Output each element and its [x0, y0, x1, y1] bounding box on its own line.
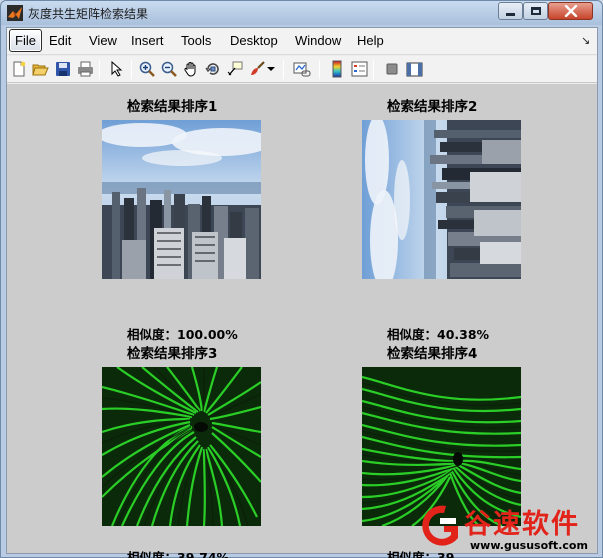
watermark-url: www.gususoft.com — [470, 539, 588, 552]
maximize-button[interactable] — [523, 2, 548, 20]
result-1-title: 检索结果排序1 — [127, 99, 218, 115]
figure-toolbar — [7, 56, 597, 83]
rotate-3d-icon[interactable] — [203, 59, 223, 79]
menu-desktop[interactable]: Desktop — [230, 33, 278, 48]
toolbar-separator — [283, 60, 284, 79]
result-2-title: 检索结果排序2 — [387, 99, 478, 115]
menu-insert[interactable]: Insert — [131, 33, 164, 48]
close-icon — [564, 5, 577, 17]
figure-client-area: File Edit View Insert Tools Desktop Wind… — [6, 27, 598, 558]
matlab-logo-icon — [7, 5, 23, 21]
zoom-out-icon[interactable] — [159, 59, 179, 79]
open-file-icon[interactable] — [30, 59, 50, 79]
brush-icon[interactable] — [247, 59, 267, 79]
menu-window[interactable]: Window — [295, 33, 341, 48]
menu-file[interactable]: File — [9, 29, 42, 52]
zoom-in-icon[interactable] — [137, 59, 157, 79]
figure-canvas: 检索结果排序1 相似度：100.00% 检索结果排序2 相似度：40.38% 检… — [7, 84, 597, 558]
dock-figure-icon[interactable]: ↘ — [581, 34, 590, 47]
menu-help[interactable]: Help — [357, 33, 384, 48]
toolbar-separator — [319, 60, 320, 79]
maximize-icon — [530, 7, 541, 15]
result-3-similarity: 相似度：39.74% — [127, 550, 230, 558]
toolbar-separator — [373, 60, 374, 79]
minimize-button[interactable] — [498, 2, 523, 20]
result-2-image[interactable] — [362, 120, 521, 279]
save-icon[interactable] — [53, 59, 73, 79]
data-cursor-icon[interactable] — [225, 59, 245, 79]
window-title: 灰度共生矩阵检索结果 — [28, 7, 149, 21]
watermark: 谷速软件 www.gususoft.com — [414, 498, 597, 554]
link-plot-icon[interactable] — [292, 59, 312, 79]
minimize-icon — [506, 12, 515, 16]
menu-view[interactable]: View — [89, 33, 117, 48]
watermark-brand: 谷速软件 — [464, 509, 580, 540]
menu-tools[interactable]: Tools — [181, 33, 211, 48]
result-2-similarity: 相似度：40.38% — [387, 327, 490, 342]
result-1-similarity: 相似度：100.00% — [127, 327, 238, 342]
title-bar[interactable]: 灰度共生矩阵检索结果 — [1, 1, 602, 25]
new-figure-icon[interactable] — [9, 59, 29, 79]
print-icon[interactable] — [75, 59, 95, 79]
hide-plot-tools-icon[interactable] — [382, 59, 402, 79]
brush-dropdown-icon[interactable] — [265, 59, 277, 79]
colorbar-icon[interactable] — [327, 59, 347, 79]
pan-icon[interactable] — [181, 59, 201, 79]
figure-window: 灰度共生矩阵检索结果 File Edit View Insert Tools D… — [0, 0, 603, 558]
menu-bar: File Edit View Insert Tools Desktop Wind… — [7, 28, 597, 55]
toolbar-separator — [99, 60, 100, 79]
result-3-image[interactable] — [102, 367, 261, 526]
result-4-title: 检索结果排序4 — [387, 346, 478, 362]
result-1-image[interactable] — [102, 120, 261, 279]
result-3-title: 检索结果排序3 — [127, 346, 218, 362]
show-plot-tools-icon[interactable] — [404, 59, 424, 79]
pointer-icon[interactable] — [107, 59, 127, 79]
legend-icon[interactable] — [349, 59, 369, 79]
toolbar-separator — [131, 60, 132, 79]
menu-edit[interactable]: Edit — [49, 33, 71, 48]
close-button[interactable] — [548, 2, 593, 20]
